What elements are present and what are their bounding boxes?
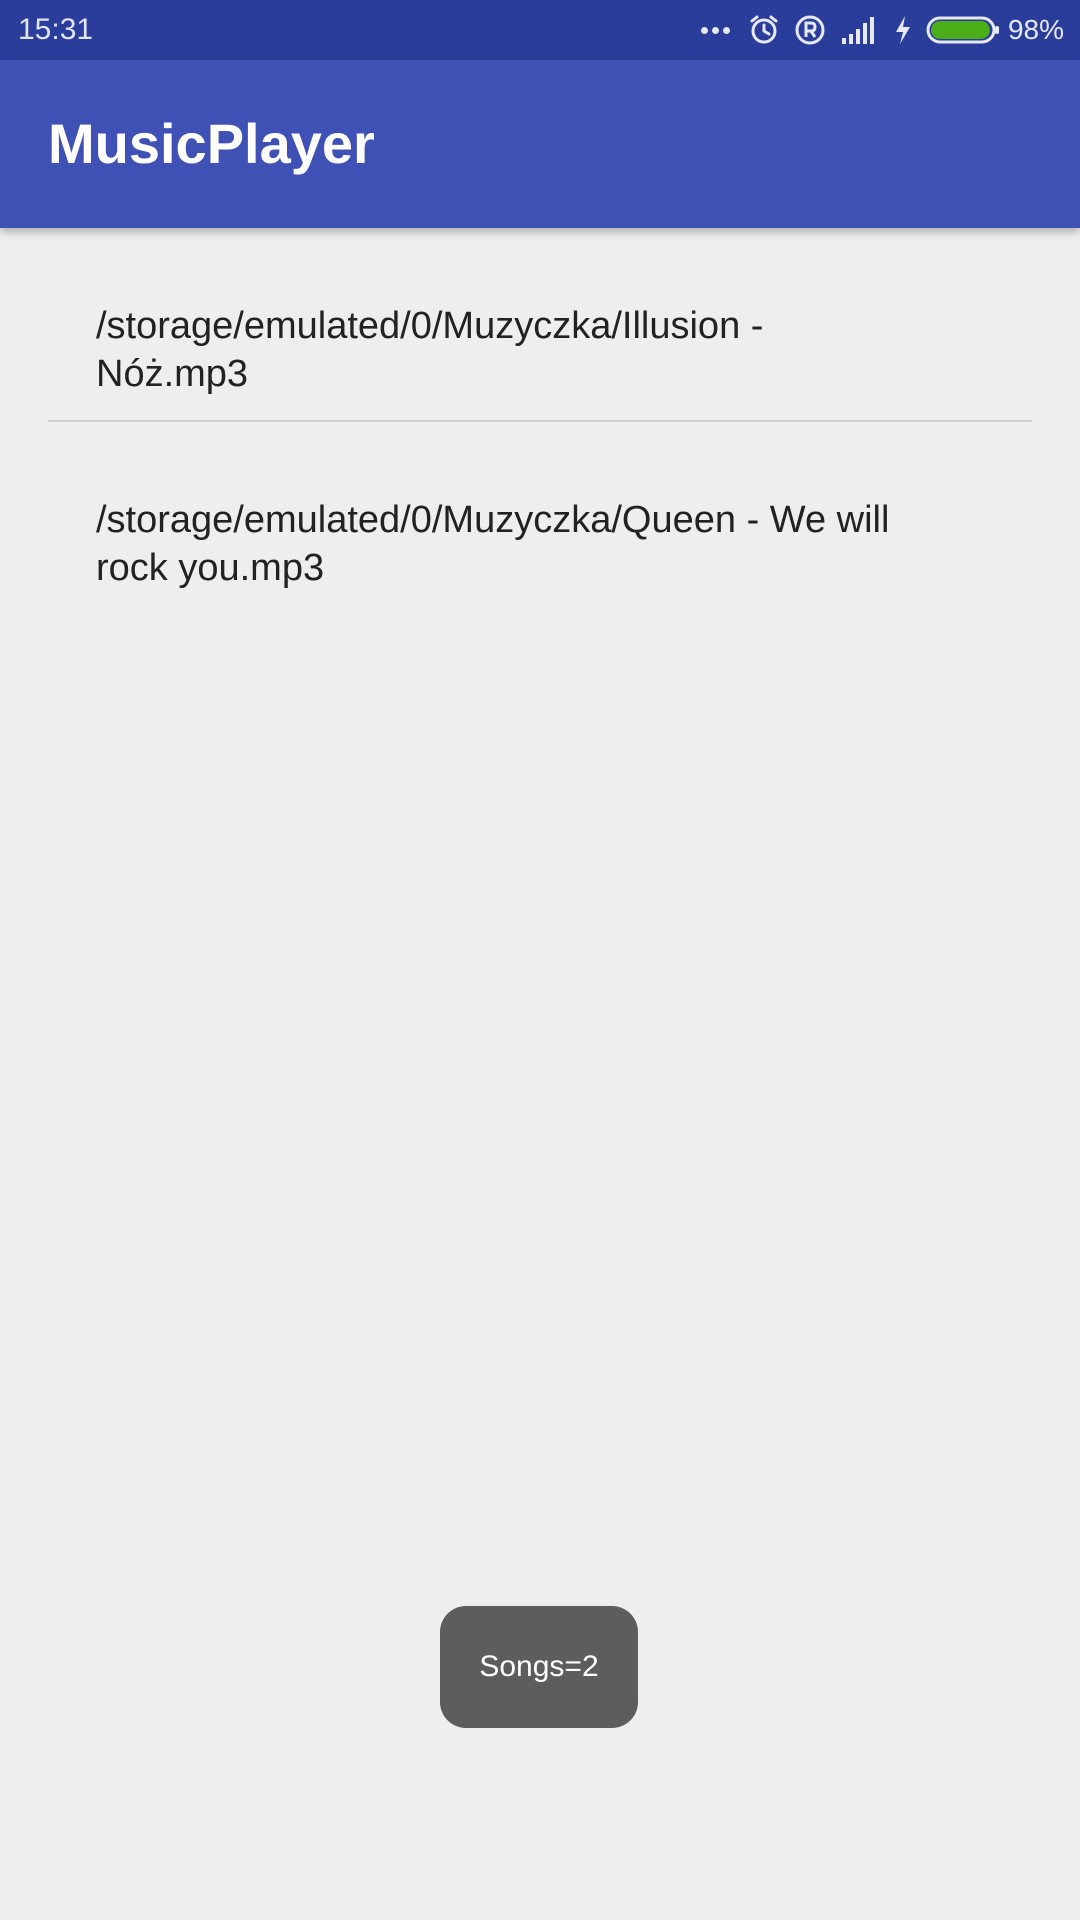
status-bar: 15:31 98% [0, 0, 1080, 60]
app-bar: MusicPlayer [0, 60, 1080, 228]
battery-percent: 98% [1007, 14, 1064, 45]
status-time: 15:31 [18, 13, 94, 46]
more-dots-icon [700, 26, 734, 34]
song-list-item[interactable]: /storage/emulated/0/Muzyczka/Queen - We … [48, 422, 1032, 614]
signal-icon [841, 17, 874, 44]
app-title: MusicPlayer [48, 112, 375, 175]
song-list: /storage/emulated/0/Muzyczka/Illusion - … [48, 228, 1032, 614]
alarm-icon [750, 15, 778, 44]
toast-message: Songs=2 [440, 1606, 638, 1728]
status-icons: 98% [700, 10, 1064, 50]
charging-icon [895, 16, 910, 44]
song-path-line: Nóż.mp3 [96, 353, 249, 395]
battery-icon [926, 16, 999, 44]
song-path-line: /storage/emulated/0/Muzyczka/Queen - We … [96, 499, 890, 541]
song-path-line: rock you.mp3 [96, 547, 325, 589]
registered-icon [795, 15, 825, 45]
song-list-item[interactable]: /storage/emulated/0/Muzyczka/Illusion - … [48, 228, 1032, 420]
song-path-line: /storage/emulated/0/Muzyczka/Illusion - [96, 305, 764, 347]
